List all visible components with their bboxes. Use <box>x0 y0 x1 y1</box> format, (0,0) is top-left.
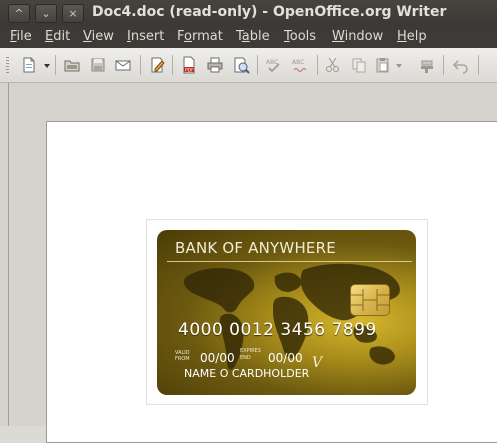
menu-tools[interactable]: Tools <box>284 28 316 46</box>
toolbar-separator <box>317 55 318 75</box>
minimize-icon: ^ <box>14 7 24 20</box>
print-icon[interactable] <box>206 56 224 74</box>
card-network-mark: V <box>312 355 323 371</box>
open-icon[interactable] <box>63 56 81 74</box>
menu-edit[interactable]: Edit <box>45 28 70 46</box>
card-number: 4000 0012 3456 7899 <box>178 320 377 340</box>
toolbar-grip[interactable] <box>6 57 9 73</box>
autospellcheck-icon[interactable]: ABC <box>291 56 309 74</box>
pdf-label: PDF <box>185 68 194 74</box>
spellcheck-icon[interactable]: ABC <box>265 56 283 74</box>
menu-help-label-post: elp <box>406 29 427 44</box>
bank-name: BANK OF ANYWHERE <box>175 239 336 257</box>
menu-format-accelerator: o <box>184 29 192 44</box>
menu-view[interactable]: View <box>83 28 114 46</box>
menu-table-accelerator: a <box>241 29 250 44</box>
menu-window[interactable]: Window <box>332 28 383 46</box>
window-titlebar: ^ ⌄ × Doc4.doc (read-only) - OpenOffice.… <box>0 0 497 26</box>
close-icon: × <box>68 7 78 20</box>
close-button[interactable]: × <box>62 4 84 23</box>
menu-format-label-post: rmat <box>191 29 223 44</box>
menu-edit-label-post: dit <box>53 29 71 44</box>
print-preview-icon[interactable] <box>232 56 250 74</box>
cardholder-name: NAME O CARDHOLDER <box>184 367 310 380</box>
minimize-button[interactable]: ^ <box>8 4 30 23</box>
document-page[interactable]: BANK OF ANYWHERE 4000 0012 3456 7899 VAL… <box>46 121 497 443</box>
menu-format-label-pre: F <box>177 29 185 44</box>
menu-insert-label-post: nsert <box>130 29 165 44</box>
export-pdf-icon[interactable]: PDF <box>180 56 198 74</box>
svg-text:ABC: ABC <box>292 59 304 66</box>
valid-from-date: 00/00 <box>200 351 235 365</box>
bank-underline <box>167 261 412 262</box>
standard-toolbar: PDF ABC ABC <box>0 48 497 83</box>
toolbar-separator <box>140 55 141 75</box>
save-icon[interactable] <box>89 56 107 74</box>
edit-file-icon[interactable] <box>148 56 166 74</box>
menu-insert[interactable]: Insert <box>127 28 164 46</box>
valid-from-label-2: FROM <box>175 356 190 362</box>
menubar: File Edit View Insert Format Table Tools… <box>0 26 497 48</box>
new-document-icon[interactable] <box>20 56 38 74</box>
paste-icon[interactable] <box>374 56 392 74</box>
menu-window-label-post: indow <box>344 29 384 44</box>
embedded-image-frame[interactable]: BANK OF ANYWHERE 4000 0012 3456 7899 VAL… <box>146 219 428 405</box>
menu-file[interactable]: File <box>10 28 32 46</box>
toolbar-separator <box>478 55 479 75</box>
maximize-icon: ⌄ <box>41 7 51 20</box>
chip-icon <box>350 284 390 316</box>
menu-tools-label-post: ools <box>289 29 317 44</box>
expires-label-1: EXPIRES <box>240 348 261 354</box>
undo-icon[interactable] <box>452 56 470 74</box>
document-workspace[interactable]: BANK OF ANYWHERE 4000 0012 3456 7899 VAL… <box>0 83 497 443</box>
paste-dropdown-icon[interactable] <box>394 56 404 74</box>
menu-help[interactable]: Help <box>397 28 427 46</box>
toolbar-separator <box>257 55 258 75</box>
menu-format[interactable]: Format <box>177 28 223 46</box>
cut-icon[interactable] <box>324 56 342 74</box>
expires-date: 00/00 <box>268 351 303 365</box>
menu-table-label-post: ble <box>249 29 270 44</box>
menu-view-label-post: iew <box>91 29 114 44</box>
toolbar-separator <box>443 55 444 75</box>
email-icon[interactable] <box>114 56 132 74</box>
menu-view-accelerator: V <box>83 29 92 44</box>
expires-label-2: END <box>240 355 251 361</box>
left-margin-line <box>8 83 9 426</box>
toolbar-separator <box>55 55 56 75</box>
toolbar-separator <box>172 55 173 75</box>
menu-help-accelerator: H <box>397 29 407 44</box>
copy-icon[interactable] <box>350 56 368 74</box>
svg-text:ABC: ABC <box>266 59 278 66</box>
menu-table[interactable]: Table <box>236 28 270 46</box>
menu-file-label-post: ile <box>16 29 32 44</box>
menu-window-accelerator: W <box>332 29 345 44</box>
window-title: Doc4.doc (read-only) - OpenOffice.org Wr… <box>92 4 447 20</box>
maximize-button[interactable]: ⌄ <box>35 4 57 23</box>
dropdown-arrow-icon[interactable] <box>42 56 52 74</box>
menu-edit-accelerator: E <box>45 29 54 44</box>
format-paintbrush-icon[interactable] <box>418 56 436 74</box>
credit-card-image: BANK OF ANYWHERE 4000 0012 3456 7899 VAL… <box>157 230 416 395</box>
